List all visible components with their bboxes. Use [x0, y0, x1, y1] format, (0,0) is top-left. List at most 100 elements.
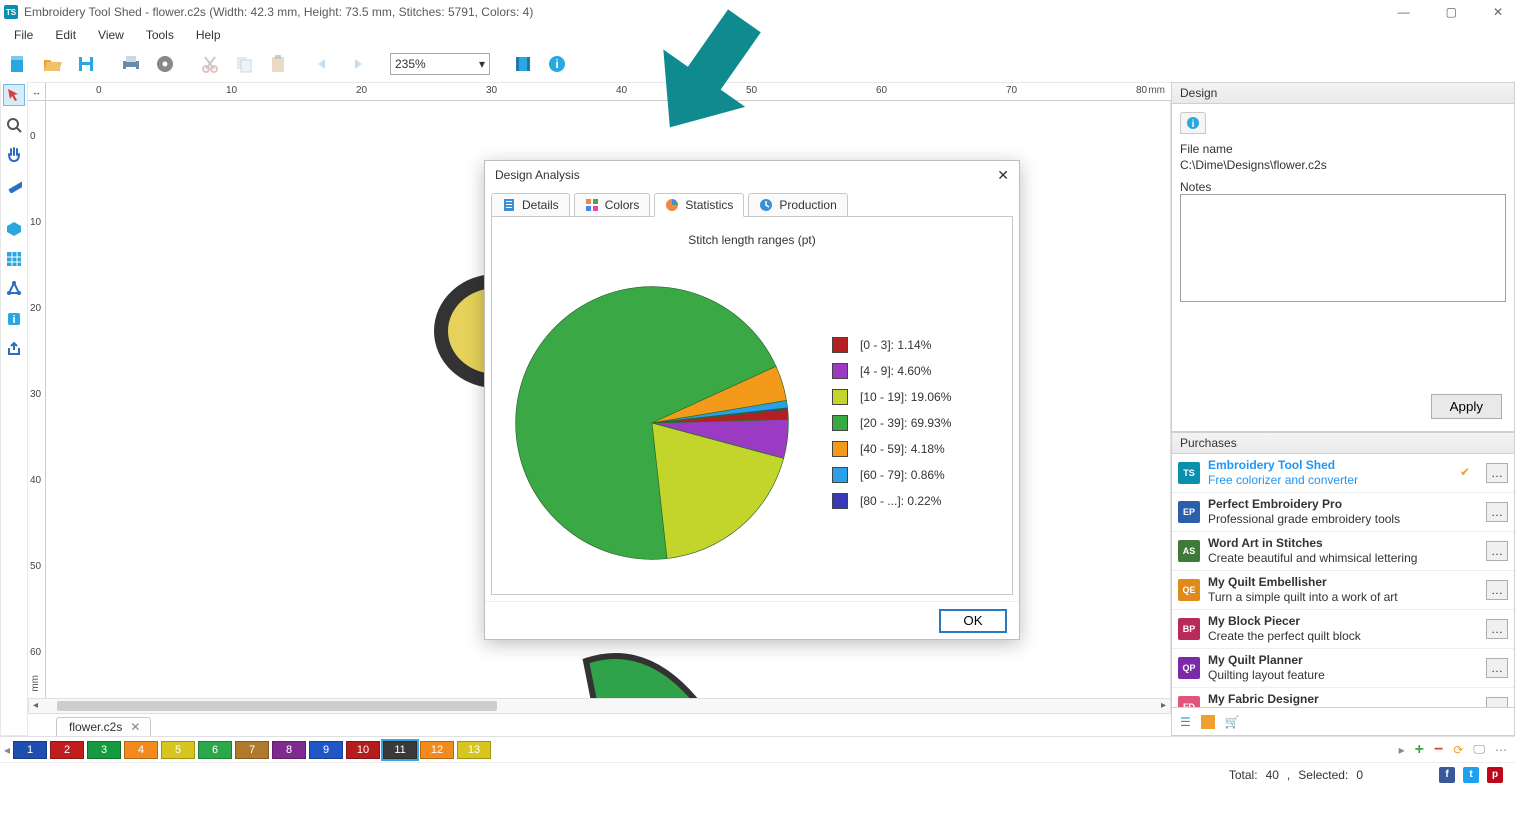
tab-production[interactable]: Production — [748, 193, 847, 217]
file-name-label: File name — [1180, 142, 1506, 156]
color-swatch[interactable]: 2 — [50, 741, 84, 759]
color-swatch[interactable]: 9 — [309, 741, 343, 759]
ruler-v-unit: mm — [30, 675, 41, 692]
tab-details[interactable]: Details — [491, 193, 570, 217]
color-swatch[interactable]: 7 — [235, 741, 269, 759]
purchase-item[interactable]: AS Word Art in Stitches Create beautiful… — [1172, 532, 1514, 571]
design-info-tab[interactable]: i — [1180, 112, 1206, 134]
new-icon[interactable] — [6, 52, 30, 76]
purchase-icon: TS — [1178, 462, 1200, 484]
purchase-subtitle: Professional grade embroidery tools — [1208, 512, 1478, 527]
menu-help[interactable]: Help — [186, 26, 231, 44]
info-tool-icon[interactable]: i — [3, 308, 25, 330]
legend-swatch — [832, 467, 848, 483]
file-tabs: flower.c2s ✕ — [28, 714, 1171, 736]
zoom-tool[interactable] — [3, 114, 25, 136]
twitter-icon[interactable]: t — [1463, 767, 1479, 783]
tab-statistics[interactable]: Statistics — [654, 193, 744, 217]
remove-color-icon[interactable]: − — [1434, 741, 1443, 759]
color-swatch[interactable]: 1 — [13, 741, 47, 759]
dialog-close-icon[interactable]: ✕ — [997, 167, 1009, 184]
purchase-item[interactable]: FD My Fabric Designer Create and print y… — [1172, 688, 1514, 708]
disc-icon[interactable] — [153, 52, 177, 76]
ok-button[interactable]: OK — [939, 609, 1007, 633]
purchase-more-button[interactable]: … — [1486, 619, 1508, 639]
legend-swatch — [832, 337, 848, 353]
display-icon[interactable]: 🖵 — [1473, 742, 1485, 757]
save-icon[interactable] — [74, 52, 98, 76]
export-icon[interactable] — [3, 338, 25, 360]
card-view-icon[interactable] — [1201, 715, 1215, 729]
menu-file[interactable]: File — [4, 26, 43, 44]
purchase-item[interactable]: BP My Block Piecer Create the perfect qu… — [1172, 610, 1514, 649]
color-swatch[interactable]: 10 — [346, 741, 380, 759]
film-icon[interactable] — [511, 52, 535, 76]
ruler-v-tick: 30 — [30, 389, 41, 400]
dialog-title: Design Analysis — [495, 168, 580, 182]
purchase-item[interactable]: EP Perfect Embroidery Pro Professional g… — [1172, 493, 1514, 532]
color-swatch[interactable]: 5 — [161, 741, 195, 759]
legend-item: [60 - 79]: 0.86% — [832, 467, 951, 483]
purchase-more-button[interactable]: … — [1486, 541, 1508, 561]
menu-view[interactable]: View — [88, 26, 134, 44]
purchases-panel-header: Purchases — [1171, 432, 1515, 454]
refresh-colors-icon[interactable]: ⟳ — [1453, 743, 1463, 757]
file-tab[interactable]: flower.c2s ✕ — [56, 717, 151, 736]
print-icon[interactable] — [119, 52, 143, 76]
undo-icon[interactable] — [311, 52, 335, 76]
pinterest-icon[interactable]: p — [1487, 767, 1503, 783]
legend-label: [40 - 59]: 4.18% — [860, 442, 945, 456]
maximize-button[interactable]: ▢ — [1438, 5, 1465, 19]
color-swatch[interactable]: 3 — [87, 741, 121, 759]
pan-tool[interactable] — [3, 144, 25, 166]
purchase-more-button[interactable]: … — [1486, 463, 1508, 483]
pointer-tool[interactable] — [3, 84, 25, 106]
purchase-title: Perfect Embroidery Pro — [1208, 497, 1478, 512]
apply-button[interactable]: Apply — [1431, 394, 1502, 419]
info-icon[interactable]: i — [545, 52, 569, 76]
colorstrip-left[interactable]: ◂ — [4, 743, 10, 757]
box3d-icon[interactable] — [3, 218, 25, 240]
color-swatch[interactable]: 8 — [272, 741, 306, 759]
ruler-corner[interactable]: ↔ — [28, 83, 46, 101]
redo-icon[interactable] — [345, 52, 369, 76]
purchase-item[interactable]: TS Embroidery Tool Shed Free colorizer a… — [1172, 454, 1514, 493]
minimize-button[interactable]: — — [1390, 5, 1418, 19]
color-swatch[interactable]: 11 — [383, 741, 417, 759]
purchase-item[interactable]: QP My Quilt Planner Quilting layout feat… — [1172, 649, 1514, 688]
cut-icon[interactable] — [198, 52, 222, 76]
color-swatch[interactable]: 4 — [124, 741, 158, 759]
purchase-item[interactable]: QE My Quilt Embellisher Turn a simple qu… — [1172, 571, 1514, 610]
open-icon[interactable] — [40, 52, 64, 76]
close-button[interactable]: ✕ — [1485, 5, 1511, 19]
measure-tool[interactable] — [3, 174, 25, 196]
facebook-icon[interactable]: f — [1439, 767, 1455, 783]
color-swatch[interactable]: 12 — [420, 741, 454, 759]
horizontal-scrollbar[interactable]: ◂ ▸ — [28, 698, 1171, 714]
purchase-more-button[interactable]: … — [1486, 658, 1508, 678]
purchase-more-button[interactable]: … — [1486, 502, 1508, 522]
right-panel: Design i File name C:\Dime\Designs\flowe… — [1171, 82, 1515, 736]
tab-colors[interactable]: Colors — [574, 193, 651, 217]
menu-edit[interactable]: Edit — [45, 26, 86, 44]
add-color-icon[interactable]: + — [1415, 741, 1424, 759]
purchase-icon: QP — [1178, 657, 1200, 679]
list-view-icon[interactable]: ☰ — [1180, 715, 1191, 729]
copy-icon[interactable] — [232, 52, 256, 76]
purchase-more-button[interactable]: … — [1486, 697, 1508, 708]
ruler-h-tick: 0 — [96, 85, 102, 96]
close-tab-icon[interactable]: ✕ — [130, 720, 140, 734]
shape-icon[interactable] — [3, 278, 25, 300]
colorstrip-right[interactable]: ▸ — [1399, 743, 1405, 757]
grid-icon[interactable] — [3, 248, 25, 270]
menu-tools[interactable]: Tools — [136, 26, 184, 44]
zoom-select[interactable]: 235% ▾ — [390, 53, 490, 75]
notes-textarea[interactable] — [1180, 194, 1506, 302]
purchase-title: My Quilt Planner — [1208, 653, 1478, 668]
cart-icon[interactable]: 🛒 — [1225, 715, 1240, 729]
paste-icon[interactable] — [266, 52, 290, 76]
color-swatch[interactable]: 6 — [198, 741, 232, 759]
purchase-more-button[interactable]: … — [1486, 580, 1508, 600]
color-swatch[interactable]: 13 — [457, 741, 491, 759]
more-icon[interactable]: ⋯ — [1495, 743, 1507, 757]
